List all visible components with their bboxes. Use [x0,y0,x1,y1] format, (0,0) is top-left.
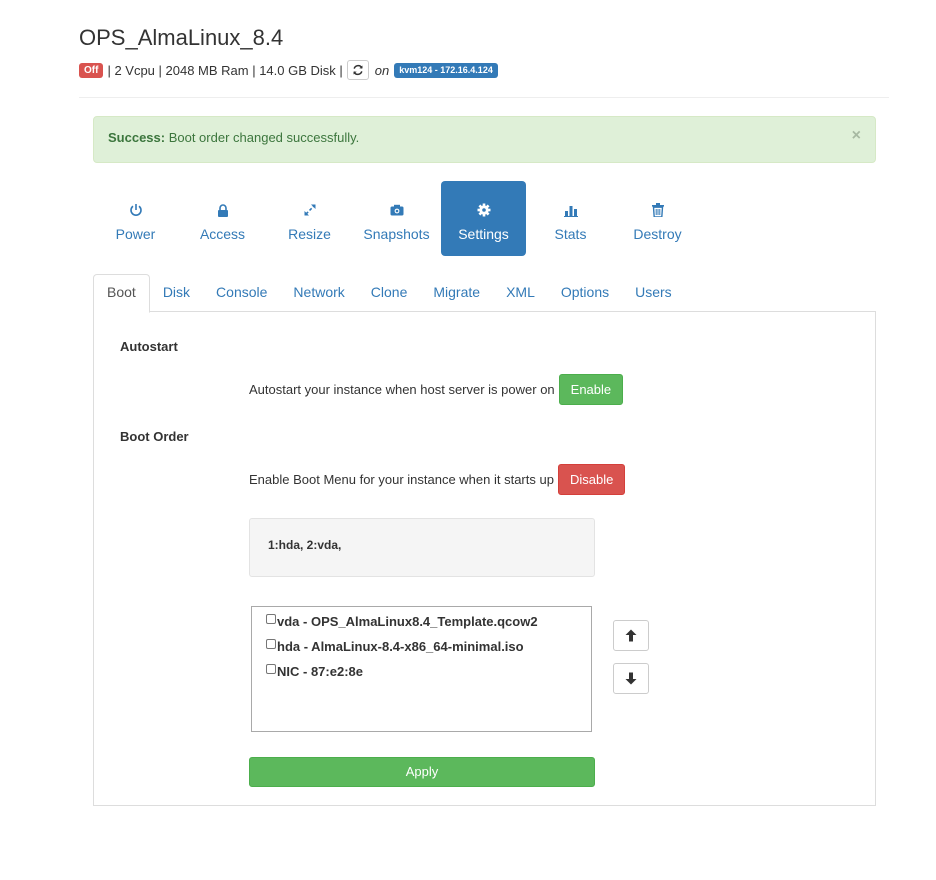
action-label: Destroy [633,226,682,242]
device-label: hda - AlmaLinux-8.4-x86_64-minimal.iso [277,639,524,654]
tab-migrate[interactable]: Migrate [420,274,493,312]
list-item[interactable]: hda - AlmaLinux-8.4-x86_64-minimal.iso [266,634,577,659]
boot-menu-row: Enable Boot Menu for your instance when … [249,464,626,495]
arrow-down-icon [625,672,637,685]
refresh-button[interactable] [346,60,369,80]
settings-tabs: Boot Disk Console Network Clone Migrate … [93,274,876,313]
action-label: Resize [288,226,331,242]
host-badge[interactable]: kvm124 - 172.16.4.124 [394,62,498,78]
instance-info: Off | 2 Vcpu | 2048 MB Ram | 14.0 GB Dis… [79,60,498,80]
boot-order-heading: Boot Order [120,429,189,444]
action-label: Snapshots [363,226,430,242]
autostart-heading: Autostart [120,339,178,354]
device-checkbox[interactable] [266,613,276,624]
tab-options[interactable]: Options [548,274,622,312]
autostart-description: Autostart your instance when host server… [249,382,555,397]
action-label: Access [199,226,246,242]
action-label: Power [115,226,156,242]
action-destroy[interactable]: Destroy [615,181,700,256]
success-alert: Success: Boot order changed successfully… [93,116,876,163]
boot-device-list[interactable]: vda - OPS_AlmaLinux8.4_Template.qcow2 hd… [251,606,592,732]
tab-clone[interactable]: Clone [358,274,421,312]
device-label: NIC - 87:e2:8e [277,664,363,679]
arrow-up-icon [625,629,637,642]
gear-icon [477,203,491,217]
move-down-button[interactable] [613,663,649,694]
lock-icon [217,203,229,217]
action-access[interactable]: Access [180,181,265,256]
action-resize[interactable]: Resize [267,181,352,256]
camera-icon [390,203,404,217]
action-stats[interactable]: Stats [528,181,613,256]
stats-icon [563,203,578,217]
action-label: Settings [458,226,509,242]
power-icon [129,203,143,217]
disable-boot-menu-button[interactable]: Disable [557,464,626,495]
current-boot-order: 1:hda, 2:vda, [249,518,595,577]
divider [79,97,889,98]
tab-users[interactable]: Users [622,274,685,312]
boot-menu-description: Enable Boot Menu for your instance when … [249,472,554,487]
trash-icon [651,203,664,217]
autostart-row: Autostart your instance when host server… [249,374,624,405]
action-settings[interactable]: Settings [441,181,526,256]
close-icon[interactable]: × [852,127,861,145]
move-up-button[interactable] [613,620,649,651]
alert-message: Boot order changed successfully. [165,130,360,145]
action-snapshots[interactable]: Snapshots [354,181,439,256]
alert-strong: Success: [108,130,166,145]
resize-icon [303,203,317,217]
status-badge: Off [79,62,104,78]
tab-boot[interactable]: Boot [93,274,150,313]
action-label: Stats [554,226,587,242]
instance-specs: | 2 Vcpu | 2048 MB Ram | 14.0 GB Disk | [107,62,343,78]
refresh-icon [353,64,363,76]
instance-title: OPS_AlmaLinux_8.4 [79,25,284,50]
tab-xml[interactable]: XML [493,274,548,312]
instance-actions: Power Access Resize Snapshots Settings S… [93,181,702,256]
list-item[interactable]: NIC - 87:e2:8e [266,659,577,684]
tab-disk[interactable]: Disk [150,274,203,312]
apply-button[interactable]: Apply [249,757,595,787]
list-item[interactable]: vda - OPS_AlmaLinux8.4_Template.qcow2 [266,609,577,634]
tab-network[interactable]: Network [280,274,357,312]
enable-autostart-button[interactable]: Enable [558,374,624,405]
device-checkbox[interactable] [266,638,276,649]
device-checkbox[interactable] [266,663,276,674]
on-text: on [374,62,390,78]
device-label: vda - OPS_AlmaLinux8.4_Template.qcow2 [277,614,538,629]
action-power[interactable]: Power [93,181,178,256]
tab-console[interactable]: Console [203,274,280,312]
